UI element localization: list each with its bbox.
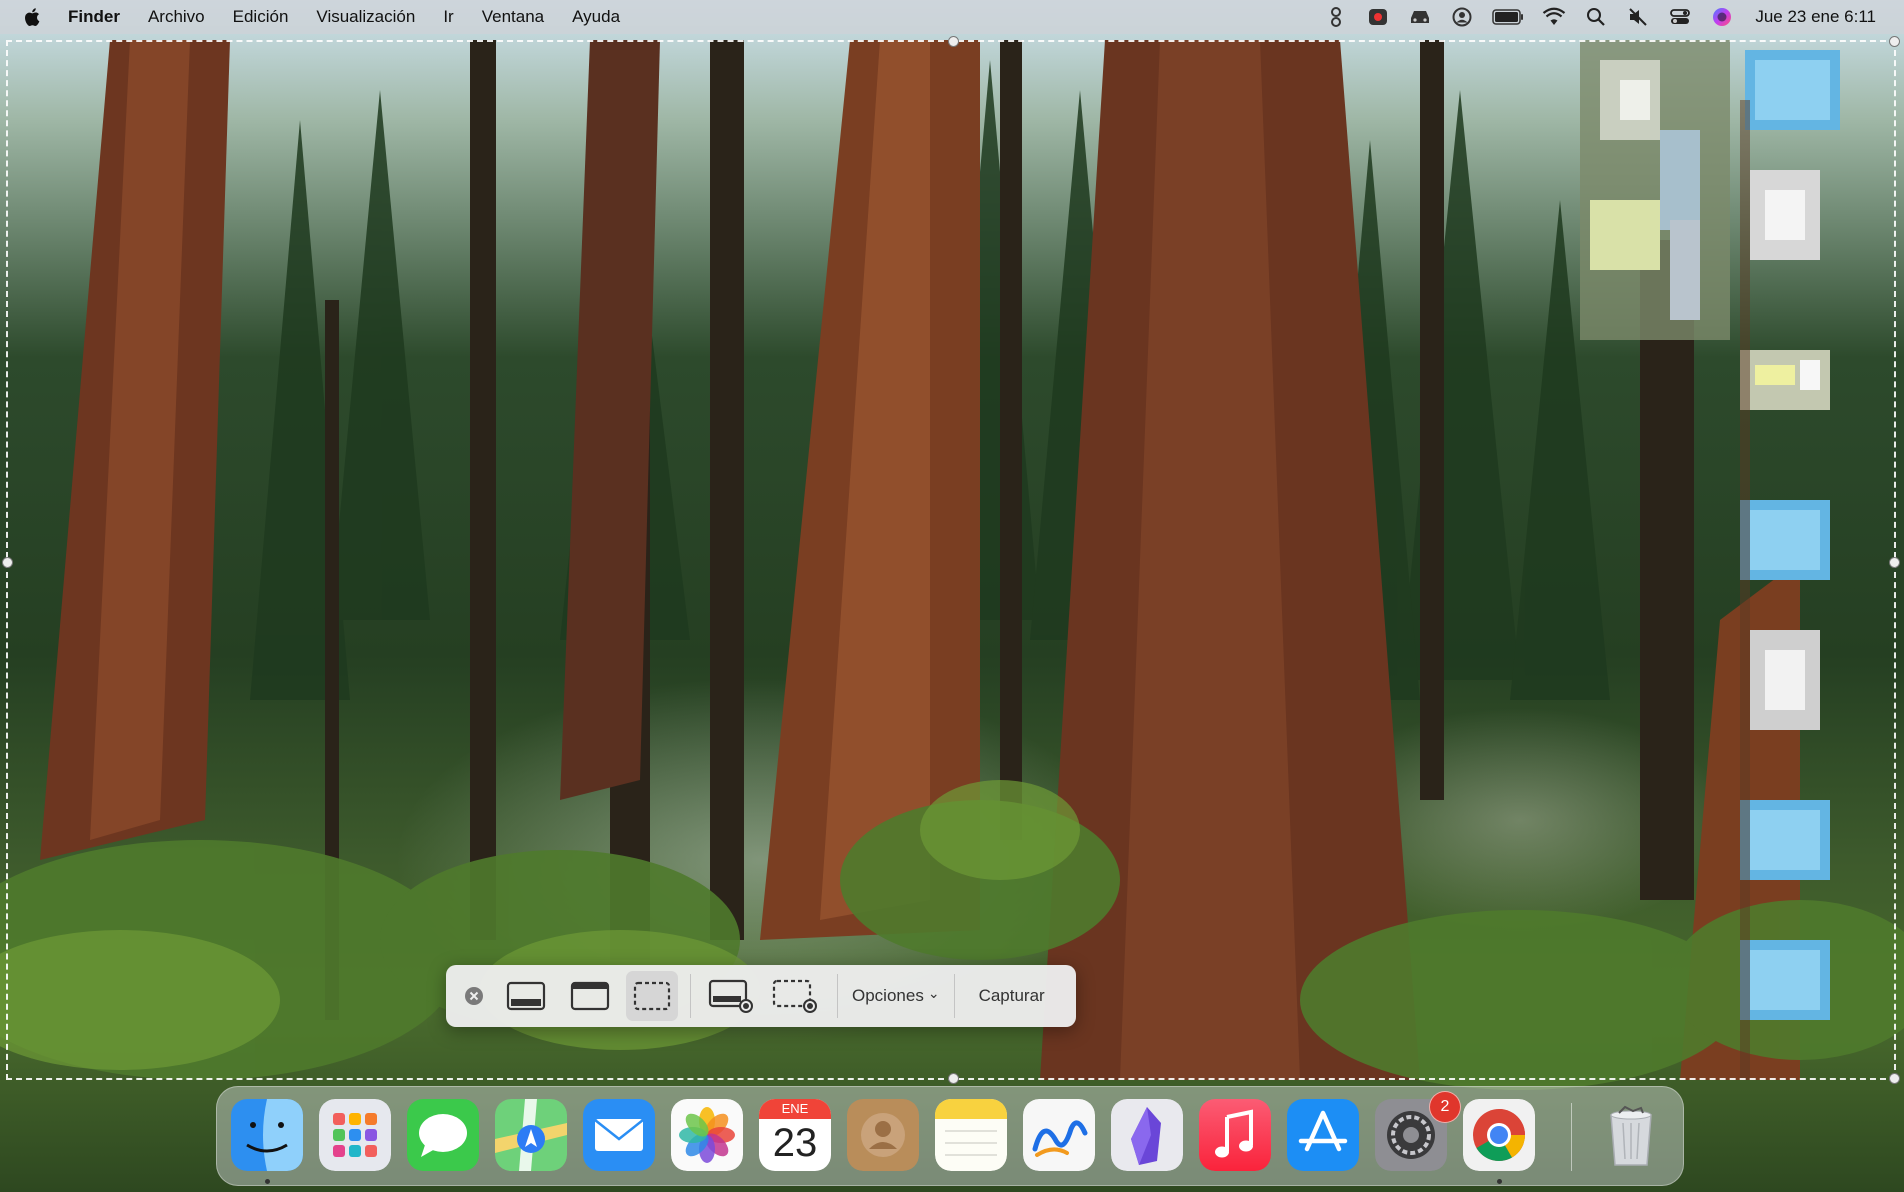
music-icon[interactable] — [1199, 1099, 1271, 1171]
maps-icon[interactable] — [495, 1099, 567, 1171]
capture-selection-icon — [633, 981, 671, 1011]
menu-archivo[interactable]: Archivo — [134, 7, 219, 27]
screen-record-icon[interactable] — [1366, 5, 1390, 29]
menu-ventana[interactable]: Ventana — [468, 7, 558, 27]
menu-app-name[interactable]: Finder — [66, 7, 134, 27]
screenshot-toolbar: Opciones ⌄ Capturar — [446, 965, 1076, 1027]
running-indicator — [265, 1179, 270, 1184]
user-icon[interactable] — [1450, 5, 1474, 29]
contacts-icon[interactable] — [847, 1099, 919, 1171]
status-area: Jue 23 ene 6:11 — [1315, 0, 1904, 34]
battery-icon[interactable] — [1492, 5, 1524, 29]
record-selection-button[interactable] — [767, 971, 823, 1021]
capture-selection-button[interactable] — [626, 971, 678, 1021]
photos-icon[interactable] — [671, 1099, 743, 1171]
calendar-day: 23 — [772, 1121, 818, 1165]
capture-label: Capturar — [978, 986, 1045, 1005]
record-selection-icon — [772, 979, 817, 1013]
menu-edicion[interactable]: Edición — [219, 7, 303, 27]
record-screen-icon — [708, 979, 753, 1013]
capture-selection-area[interactable] — [2, 36, 1900, 1084]
capture-window-button[interactable] — [562, 971, 618, 1021]
selection-handle-left[interactable] — [2, 557, 13, 568]
mute-icon[interactable] — [1626, 5, 1650, 29]
messages-icon[interactable] — [407, 1099, 479, 1171]
capture-screen-button[interactable] — [498, 971, 554, 1021]
control-center-icon[interactable] — [1668, 5, 1692, 29]
selection-handle-top[interactable] — [948, 36, 959, 47]
chevron-down-icon: ⌄ — [927, 984, 940, 1001]
selection-handle-bottom-right[interactable] — [1889, 1073, 1900, 1084]
trash-icon[interactable] — [1595, 1099, 1667, 1171]
menu-ir[interactable]: Ir — [429, 7, 467, 27]
record-screen-button[interactable] — [703, 971, 759, 1021]
mail-icon[interactable] — [583, 1099, 655, 1171]
car-icon[interactable] — [1408, 5, 1432, 29]
chrome-icon[interactable] — [1463, 1099, 1535, 1171]
menubar-clock[interactable]: Jue 23 ene 6:11 — [1755, 7, 1876, 27]
app-store-icon[interactable] — [1287, 1099, 1359, 1171]
wifi-icon[interactable] — [1542, 5, 1566, 29]
selection-handle-top-right[interactable] — [1889, 36, 1900, 47]
capture-window-icon — [570, 981, 610, 1011]
search-icon[interactable] — [1584, 5, 1608, 29]
notes-icon[interactable] — [935, 1099, 1007, 1171]
dock-separator — [1571, 1103, 1572, 1171]
dock: ENE 23 2 — [216, 1086, 1684, 1186]
calendar-month: ENE — [759, 1099, 831, 1119]
obsidian-icon[interactable] — [1111, 1099, 1183, 1171]
running-indicator — [1497, 1179, 1502, 1184]
script-icon[interactable] — [1324, 5, 1348, 29]
launchpad-icon[interactable] — [319, 1099, 391, 1171]
finder-icon[interactable] — [231, 1099, 303, 1171]
menu-visualizacion[interactable]: Visualización — [302, 7, 429, 27]
options-button[interactable]: Opciones ⌄ — [838, 971, 954, 1021]
capture-screen-icon — [506, 981, 546, 1011]
selection-handle-bottom[interactable] — [948, 1073, 959, 1084]
apple-icon[interactable] — [22, 6, 44, 28]
close-icon — [465, 987, 483, 1005]
options-label: Opciones — [852, 986, 924, 1005]
capture-button[interactable]: Capturar — [955, 971, 1069, 1021]
freeform-icon[interactable] — [1023, 1099, 1095, 1171]
notification-badge: 2 — [1429, 1091, 1461, 1123]
close-button[interactable] — [454, 971, 494, 1021]
toolbar-divider — [690, 974, 691, 1018]
menu-ayuda[interactable]: Ayuda — [558, 7, 634, 27]
siri-icon[interactable] — [1710, 5, 1734, 29]
calendar-icon[interactable]: ENE 23 — [759, 1099, 831, 1171]
menu-bar: Finder Archivo Edición Visualización Ir … — [0, 0, 1904, 34]
selection-handle-right[interactable] — [1889, 557, 1900, 568]
